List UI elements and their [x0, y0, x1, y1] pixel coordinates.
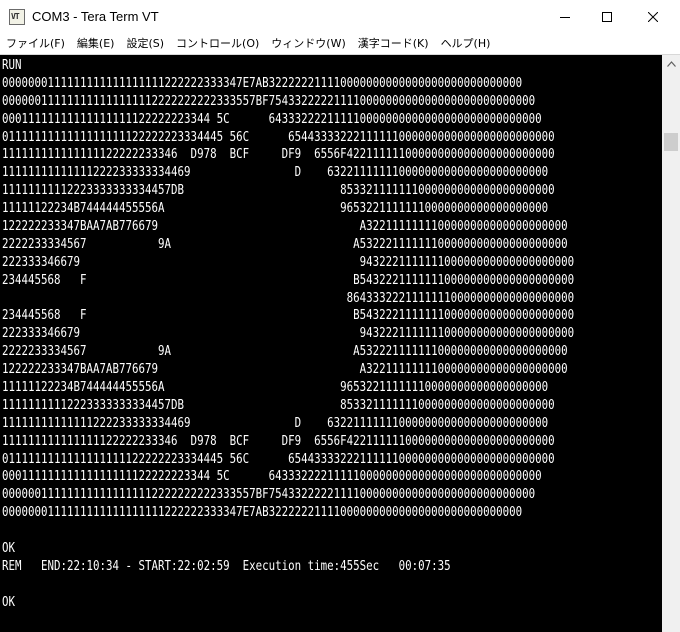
terminal-line: 11111122234B744444455556A 96532211111110…	[2, 379, 549, 396]
terminal-line: 122222233347BAA7AB776679 A32211111111000…	[2, 218, 568, 235]
menu-bar: ファイル(F) 編集(E) 設定(S) コントロール(O) ウィンドウ(W) 漢…	[0, 34, 680, 54]
terminal-line: 234445568 F B543222111111100000000000000…	[2, 271, 575, 288]
arrow-up-icon	[666, 60, 676, 67]
scroll-thumb[interactable]	[664, 133, 678, 151]
terminal-line: 0111111111111111111122222223334445 56C 6…	[2, 128, 555, 145]
menu-window[interactable]: ウィンドウ(W)	[271, 37, 345, 51]
terminal-line: 0000000111111111111111111222222333347E7A…	[2, 504, 523, 521]
minimize-button[interactable]	[542, 0, 588, 34]
terminal-line: 11111122234B744444455556A 96532211111110…	[2, 200, 549, 217]
tera-term-app-icon[interactable]: VT	[9, 9, 25, 25]
terminal-line: 222333346679 943222111111100000000000000…	[2, 325, 575, 342]
menu-control[interactable]: コントロール(O)	[176, 37, 259, 51]
menu-kanji-code[interactable]: 漢字コード(K)	[358, 37, 429, 51]
terminal-line: 11111111111111222233333334469 D 63221111…	[2, 164, 549, 181]
terminal-line: 11111111112223333333334457DB 85332111111…	[2, 182, 555, 199]
terminal-line: 000000111111111111111112222222222333557B…	[2, 92, 536, 109]
terminal-line: 11111111111111222233333334469 D 63221111…	[2, 414, 549, 431]
terminal-line: 2222233334567 9A A5322211111110000000000…	[2, 343, 568, 360]
menu-file[interactable]: ファイル(F)	[6, 37, 65, 51]
close-button[interactable]	[630, 0, 676, 34]
vertical-scrollbar[interactable]	[662, 55, 680, 632]
maximize-button[interactable]	[584, 0, 630, 34]
terminal-line: 222333346679 943222111111100000000000000…	[2, 253, 575, 270]
terminal-line: 0111111111111111111122222223334445 56C 6…	[2, 450, 555, 467]
terminal-line: REM END:22:10:34 - START:22:02:59 Execut…	[2, 557, 451, 574]
terminal-screen[interactable]: RUN 0000000111111111111111111222222333347…	[0, 55, 662, 632]
terminal-line: 00011111111111111111122222223344 5C 6433…	[2, 468, 542, 485]
terminal-line: 234445568 F B543222111111100000000000000…	[2, 307, 575, 324]
terminal-line: RUN	[2, 57, 22, 73]
terminal-line: OK	[2, 593, 16, 610]
terminal-line: 111111111111111122222233346 D978 BCF DF9…	[2, 432, 555, 449]
window-title: COM3 - Tera Term VT	[32, 9, 159, 24]
terminal-output: RUN 0000000111111111111111111222222333347…	[2, 57, 662, 612]
close-icon	[648, 12, 658, 22]
terminal-line: 000000111111111111111112222222222333557B…	[2, 486, 536, 503]
terminal-line: 122222233347BAA7AB776679 A32211111111000…	[2, 361, 568, 378]
minimize-icon	[560, 17, 570, 18]
terminal-line: 86433322211111110000000000000000000	[2, 289, 575, 306]
terminal-line: 11111111112223333333334457DB 85332111111…	[2, 396, 555, 413]
menu-help[interactable]: ヘルプ(H)	[441, 37, 491, 51]
terminal-line: 0000000111111111111111111222222333347E7A…	[2, 74, 523, 91]
terminal-line: 00011111111111111111122222223344 5C 6433…	[2, 110, 542, 127]
app-icon-label: VT	[11, 12, 20, 21]
tera-term-window: VT COM3 - Tera Term VT ファイル(F) 編集(E) 設定(…	[0, 0, 680, 632]
maximize-icon	[602, 12, 612, 22]
terminal-line: 2222233334567 9A A5322211111110000000000…	[2, 235, 568, 252]
title-bar[interactable]: VT COM3 - Tera Term VT	[0, 0, 680, 34]
terminal-line: OK	[2, 540, 16, 557]
scroll-up-button[interactable]	[662, 55, 680, 72]
menu-edit[interactable]: 編集(E)	[77, 37, 115, 51]
menu-setup[interactable]: 設定(S)	[126, 37, 164, 51]
terminal-line: 111111111111111122222233346 D978 BCF DF9…	[2, 146, 555, 163]
